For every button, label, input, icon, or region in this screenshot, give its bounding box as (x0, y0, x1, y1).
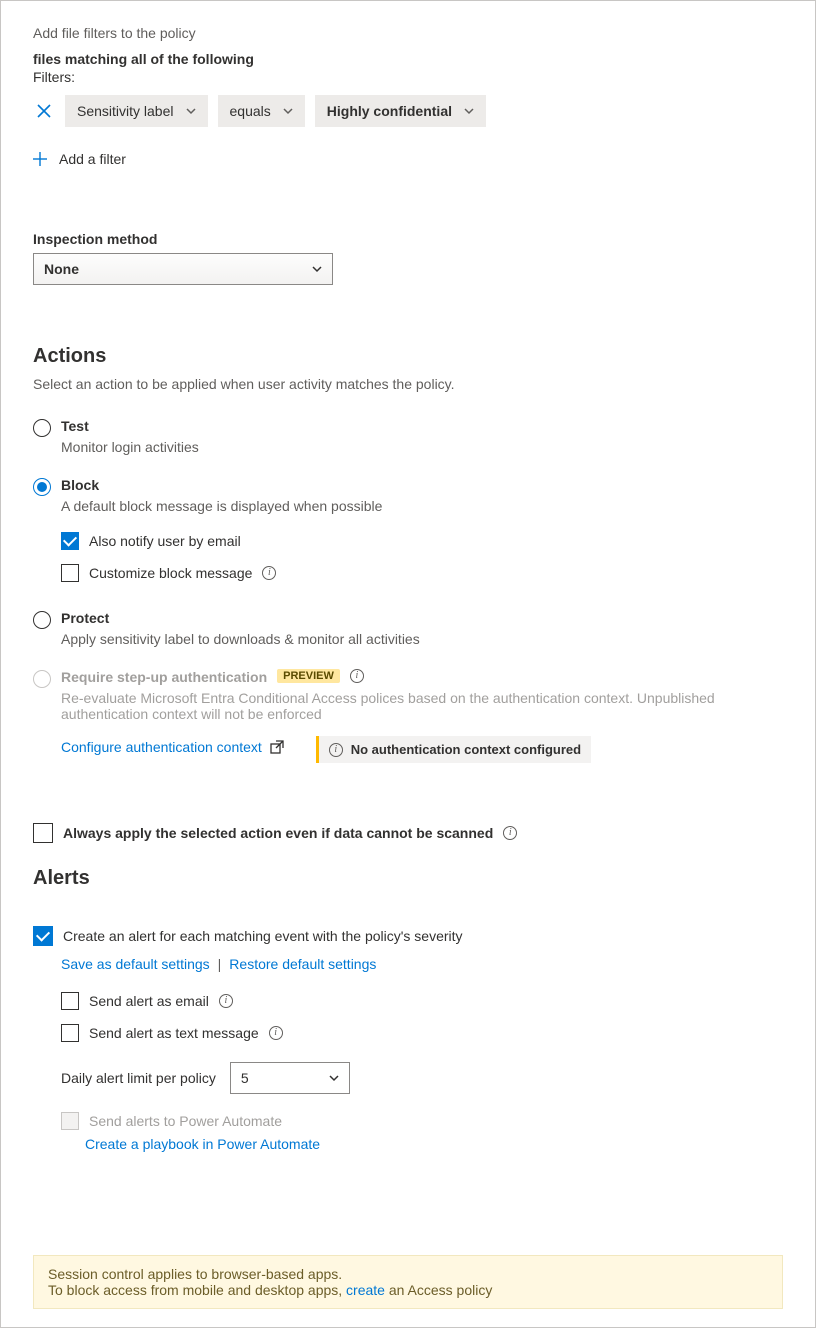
info-icon[interactable]: i (503, 826, 517, 840)
create-access-policy-link[interactable]: create (346, 1282, 385, 1298)
radio-stepup-label: Require step-up authentication (61, 669, 267, 685)
filter-value-dropdown[interactable]: Highly confidential (315, 95, 486, 127)
filter-field-label: Sensitivity label (77, 103, 174, 119)
daily-limit-label: Daily alert limit per policy (61, 1070, 216, 1086)
radio-stepup (33, 670, 51, 688)
filter-value-label: Highly confidential (327, 103, 452, 119)
auth-context-warning-text: No authentication context configured (351, 742, 581, 757)
checkbox-always-apply[interactable] (33, 823, 53, 843)
checkbox-always-apply-label: Always apply the selected action even if… (63, 825, 493, 841)
info-icon[interactable]: i (219, 994, 233, 1008)
inspection-method-select[interactable]: None (33, 253, 333, 285)
radio-protect[interactable] (33, 611, 51, 629)
radio-test-label: Test (61, 418, 89, 434)
filter-operator-label: equals (230, 103, 271, 119)
checkbox-customize-message-label: Customize block message (89, 565, 252, 581)
remove-filter-button[interactable] (33, 100, 55, 122)
checkbox-send-text[interactable] (61, 1024, 79, 1042)
separator: | (218, 956, 222, 972)
actions-desc: Select an action to be applied when user… (33, 376, 783, 392)
filter-row: Sensitivity label equals Highly confiden… (33, 95, 783, 127)
info-icon: i (329, 743, 343, 757)
checkbox-notify-email[interactable] (61, 532, 79, 550)
checkbox-customize-message[interactable] (61, 564, 79, 582)
plus-icon (33, 152, 47, 166)
footer-note: Session control applies to browser-based… (33, 1255, 783, 1309)
policy-panel: Add file filters to the policy files mat… (0, 0, 816, 1328)
chevron-down-icon (186, 106, 196, 116)
filters-matching: files matching all of the following (33, 51, 783, 67)
footer-line2: To block access from mobile and desktop … (48, 1282, 768, 1298)
checkbox-power-automate (61, 1112, 79, 1130)
checkbox-power-automate-label: Send alerts to Power Automate (89, 1113, 282, 1129)
radio-block[interactable] (33, 478, 51, 496)
chevron-down-icon (329, 1073, 339, 1083)
auth-context-warning: i No authentication context configured (316, 736, 591, 763)
external-link-icon (270, 740, 284, 754)
info-icon[interactable]: i (350, 669, 364, 683)
footer-line1: Session control applies to browser-based… (48, 1266, 768, 1282)
radio-block-sub: A default block message is displayed whe… (61, 498, 783, 514)
restore-default-settings-link[interactable]: Restore default settings (229, 956, 376, 972)
filters-label: Filters: (33, 69, 783, 85)
radio-test[interactable] (33, 419, 51, 437)
checkbox-create-alert[interactable] (33, 926, 53, 946)
chevron-down-icon (312, 264, 322, 274)
close-icon (37, 104, 51, 118)
checkbox-send-text-label: Send alert as text message (89, 1025, 259, 1041)
actions-title: Actions (33, 345, 783, 368)
add-filter-button[interactable]: Add a filter (33, 147, 126, 171)
create-playbook-link[interactable]: Create a playbook in Power Automate (85, 1136, 320, 1152)
alerts-title: Alerts (33, 867, 783, 890)
filter-field-dropdown[interactable]: Sensitivity label (65, 95, 208, 127)
filter-operator-dropdown[interactable]: equals (218, 95, 305, 127)
radio-stepup-sub: Re-evaluate Microsoft Entra Conditional … (61, 690, 783, 722)
checkbox-notify-email-label: Also notify user by email (89, 533, 241, 549)
filters-hint: Add file filters to the policy (33, 25, 783, 41)
radio-test-sub: Monitor login activities (61, 439, 783, 455)
preview-badge: PREVIEW (277, 669, 340, 683)
daily-limit-value: 5 (241, 1070, 249, 1086)
info-icon[interactable]: i (262, 566, 276, 580)
daily-limit-select[interactable]: 5 (230, 1062, 350, 1094)
radio-protect-sub: Apply sensitivity label to downloads & m… (61, 631, 783, 647)
chevron-down-icon (464, 106, 474, 116)
radio-protect-label: Protect (61, 610, 109, 626)
checkbox-send-email-label: Send alert as email (89, 993, 209, 1009)
inspection-method-value: None (44, 261, 79, 277)
info-icon[interactable]: i (269, 1026, 283, 1040)
radio-block-label: Block (61, 477, 99, 493)
chevron-down-icon (283, 106, 293, 116)
checkbox-create-alert-label: Create an alert for each matching event … (63, 928, 463, 944)
add-filter-label: Add a filter (59, 151, 126, 167)
checkbox-send-email[interactable] (61, 992, 79, 1010)
save-default-settings-link[interactable]: Save as default settings (61, 956, 210, 972)
inspection-method-label: Inspection method (33, 231, 783, 247)
configure-auth-context-link[interactable]: Configure authentication context (61, 739, 262, 755)
